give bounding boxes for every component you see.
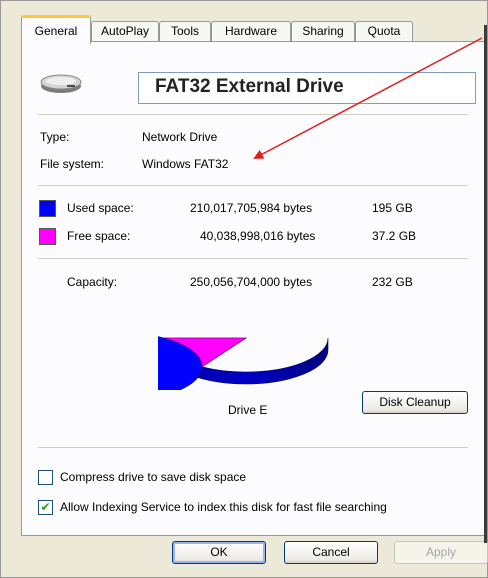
annotation-arrow bbox=[253, 37, 483, 159]
tab-general[interactable]: General bbox=[21, 15, 91, 44]
